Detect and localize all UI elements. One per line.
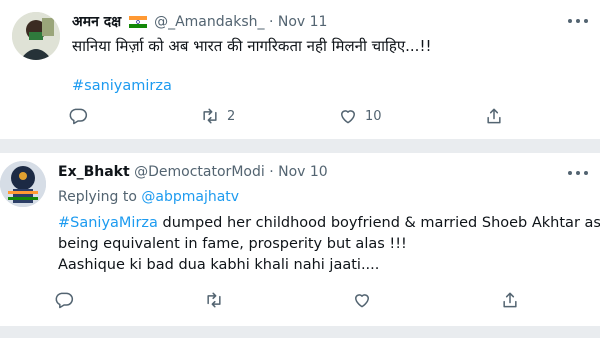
retweet-count: 2 [227,108,236,124]
tweet-header: Ex_Bhakt @DemoctatorModi · Nov 10 [58,164,328,180]
tweet-card[interactable]: अमन दक्ष @_Amandaksh_ · Nov 11 सानिया मि… [0,0,600,139]
tweet-header: अमन दक्ष @_Amandaksh_ · Nov 11 [72,12,327,31]
like-button[interactable]: 10 [338,106,382,126]
tweet-date[interactable]: Nov 10 [278,164,328,180]
heart-icon [355,294,369,308]
tweet-text-line: Aashique ki bad dua kabhi khali nahi jaa… [58,257,380,273]
retweet-button[interactable] [204,290,224,310]
like-button[interactable] [352,290,372,310]
more-icon[interactable] [568,171,588,177]
tweet-text: #SaniyaMirza dumped her childhood boyfri… [58,213,600,276]
share-button[interactable] [500,290,520,310]
mention-link[interactable]: @abpmajhatv [141,189,239,205]
separator: · [268,14,274,30]
author-handle[interactable]: @DemoctatorModi [134,164,265,180]
share-icon [503,292,517,308]
like-count: 10 [365,108,382,124]
tweet-text-line: #SaniyaMirza dumped her childhood boyfri… [58,213,600,234]
retweet-button[interactable]: 2 [200,106,235,126]
tweet-card[interactable]: Ex_Bhakt @DemoctatorModi · Nov 10 Replyi… [0,153,600,326]
hashtag-link[interactable]: #SaniyaMirza [58,215,158,231]
replying-prefix: Replying to [58,189,137,205]
share-icon [487,108,501,124]
share-button[interactable] [484,106,504,126]
tweet-text-line: being equivalent in fame, prosperity but… [58,236,407,252]
hashtag-link[interactable]: #saniyamirza [72,78,172,94]
reply-button[interactable] [68,106,95,126]
separator: · [269,164,274,180]
tweet-date[interactable]: Nov 11 [278,14,328,30]
reply-icon [69,108,88,125]
author-handle[interactable]: @_Amandaksh_ [154,14,264,30]
avatar[interactable] [12,12,60,60]
tweet-text: सानिया मिर्ज़ा को अब भारत की नागरिकता नह… [72,37,432,55]
retweet-icon [203,108,217,124]
india-flag-icon [128,16,147,28]
heart-icon [341,110,355,124]
author-name[interactable]: Ex_Bhakt [58,164,130,180]
tweet-text-segment: dumped her childhood boyfriend & married… [157,215,600,231]
reply-button[interactable] [54,290,74,310]
avatar[interactable] [0,161,46,207]
reply-icon [55,292,74,309]
author-name[interactable]: अमन दक्ष [72,14,121,30]
retweet-icon [207,292,221,308]
more-icon[interactable] [568,19,588,25]
replying-to: Replying to @abpmajhatv [58,189,239,205]
